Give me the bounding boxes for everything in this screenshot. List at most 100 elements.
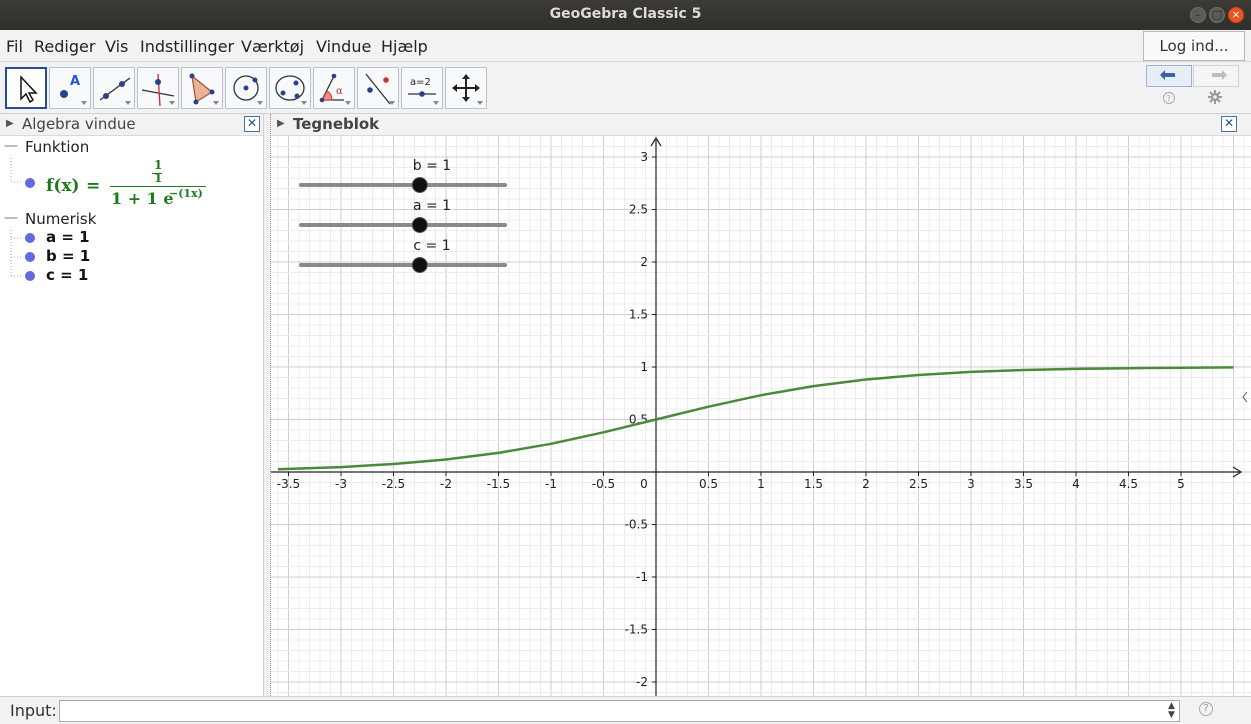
toolbar: A α a=2 ? — [0, 62, 1251, 114]
x-tick-label: 0.5 — [699, 477, 718, 491]
function-group-label: Funktion — [25, 138, 90, 156]
function-visibility-dot[interactable] — [25, 178, 35, 188]
numerator-top: 1 — [154, 158, 163, 172]
algebra-view-title: Algebra vindue — [22, 115, 136, 133]
perpendicular-line-icon — [141, 73, 175, 107]
input-history-arrows-icon[interactable]: ▲ ▼ — [1168, 702, 1175, 720]
numeric-value-b[interactable]: b = 1 — [46, 247, 90, 265]
algebra-view-header: ▶ Algebra vindue ✕ — [0, 114, 263, 136]
slider-tool-button[interactable]: a=2 — [401, 67, 443, 109]
circle-icon — [233, 75, 263, 105]
x-tick-label: -1.5 — [487, 477, 510, 491]
close-icon: ✕ — [246, 116, 258, 130]
minimize-button[interactable]: – — [1190, 7, 1206, 23]
reflect-tool-button[interactable] — [357, 67, 399, 109]
x-tick-label: 5 — [1177, 477, 1185, 491]
collapse-caret-icon[interactable]: ▶ — [277, 118, 285, 129]
title-bar: GeoGebra Classic 5 – □ × — [0, 0, 1251, 30]
close-graphics-view-button[interactable]: ✕ — [1221, 116, 1237, 132]
graph-canvas[interactable]: -3.5 -3 -2.5 -2 -1.5 -1 -0.5 0 0.5 1 1.5 2 2.5 3 3.5 4 4… — [271, 136, 1251, 696]
help-icon[interactable]: ? — [1162, 91, 1176, 105]
window-title: GeoGebra Classic 5 — [549, 6, 702, 22]
numeric-group-label: Numerisk — [25, 210, 97, 228]
slider-tool-text: a=2 — [410, 77, 431, 88]
menu-file[interactable]: Fil — [6, 37, 23, 56]
numeric-value-c[interactable]: c = 1 — [46, 266, 88, 284]
x-tick-label: -2.5 — [382, 477, 405, 491]
conic-tool-button[interactable] — [269, 67, 311, 109]
point-icon: A — [60, 74, 87, 105]
close-icon: × — [1231, 8, 1241, 21]
denominator-base: 1 + 1 e — [111, 189, 174, 208]
menu-window[interactable]: Vindue — [316, 37, 371, 56]
menu-settings[interactable]: Indstillinger — [140, 37, 234, 56]
slider-knob[interactable] — [411, 217, 428, 233]
menu-help[interactable]: Hjælp — [381, 37, 428, 56]
graphics-view-header: ▶ Tegneblok ✕ — [271, 114, 1251, 136]
numeric-visibility-dot[interactable] — [25, 233, 35, 243]
x-tick-label: 4 — [1072, 477, 1080, 491]
undo-button[interactable] — [1146, 65, 1192, 87]
y-tick-label: -0.5 — [625, 518, 648, 532]
point-tool-button[interactable]: A — [49, 67, 91, 109]
x-tick-label: -3.5 — [277, 477, 300, 491]
close-window-button[interactable]: × — [1228, 7, 1244, 23]
move-tool-button[interactable] — [5, 67, 47, 109]
login-button[interactable]: Log ind... — [1143, 31, 1245, 61]
redo-button[interactable] — [1193, 65, 1239, 87]
numerator-bottom: 1 — [154, 171, 163, 185]
menu-view[interactable]: Vis — [105, 37, 128, 56]
move-graphics-view-tool-button[interactable] — [445, 67, 487, 109]
menu-bar: Fil Rediger Vis Indstillinger Værktøj Vi… — [0, 30, 1251, 62]
y-tick-label: 3 — [640, 150, 648, 164]
y-tick-label: 1 — [640, 360, 648, 374]
numeric-visibility-dot[interactable] — [25, 271, 35, 281]
y-tick-label: 2.5 — [629, 203, 648, 217]
polygon-icon — [189, 73, 219, 105]
slider-label: c = 1 — [413, 238, 450, 254]
y-tick-label: 2 — [640, 255, 648, 269]
close-algebra-view-button[interactable]: ✕ — [244, 116, 260, 132]
numeric-value-a[interactable]: a = 1 — [46, 228, 90, 246]
menu-edit[interactable]: Rediger — [34, 37, 95, 56]
x-tick-label: 2.5 — [909, 477, 928, 491]
input-help-icon[interactable]: ? — [1199, 702, 1213, 716]
function-lhs: f(x) — [46, 176, 80, 196]
slider-label: b = 1 — [413, 158, 451, 174]
conic-icon — [275, 75, 307, 105]
slider-knob[interactable] — [411, 177, 428, 193]
polygon-tool-button[interactable] — [181, 67, 223, 109]
angle-tool-button[interactable]: α — [313, 67, 355, 109]
slider-icon: a=2 — [408, 77, 439, 105]
graphics-view-title: Tegneblok — [293, 115, 380, 133]
y-tick-label: -1 — [636, 570, 648, 584]
collapse-numeric-group-icon[interactable]: — — [4, 210, 18, 226]
slider-knob[interactable] — [411, 257, 428, 273]
algebra-view: ▶ Algebra vindue ✕ — Funktion f(x) = 1 1… — [0, 114, 264, 696]
x-tick-label: 1.5 — [804, 477, 823, 491]
x-tick-label: -1 — [545, 477, 557, 491]
numeric-visibility-dot[interactable] — [25, 252, 35, 262]
x-tick-label: -0.5 — [592, 477, 615, 491]
collapse-function-group-icon[interactable]: — — [4, 138, 18, 154]
line-tool-button[interactable] — [93, 67, 135, 109]
input-field[interactable] — [59, 700, 1180, 722]
collapse-caret-icon[interactable]: ▶ — [6, 118, 14, 129]
close-icon: ✕ — [1223, 116, 1235, 130]
maximize-button[interactable]: □ — [1209, 7, 1225, 23]
x-tick-label: 1 — [757, 477, 765, 491]
reflect-about-line-icon — [365, 73, 395, 105]
circle-tool-button[interactable] — [225, 67, 267, 109]
function-curve — [277, 366, 1234, 471]
menu-tools[interactable]: Værktøj — [241, 37, 304, 56]
maximize-icon: □ — [1211, 8, 1223, 21]
minimize-icon: – — [1195, 8, 1201, 21]
x-tick-label: -2 — [440, 477, 452, 491]
svg-text:?: ? — [1167, 94, 1171, 103]
input-bar: Input: ▲ ▼ ? — [0, 696, 1251, 724]
panel-splitter[interactable] — [264, 114, 271, 696]
point-tool-letter: A — [70, 74, 80, 89]
y-tick-label: -2 — [636, 675, 648, 689]
perpendicular-line-tool-button[interactable] — [137, 67, 179, 109]
settings-gear-icon[interactable] — [1208, 90, 1222, 104]
